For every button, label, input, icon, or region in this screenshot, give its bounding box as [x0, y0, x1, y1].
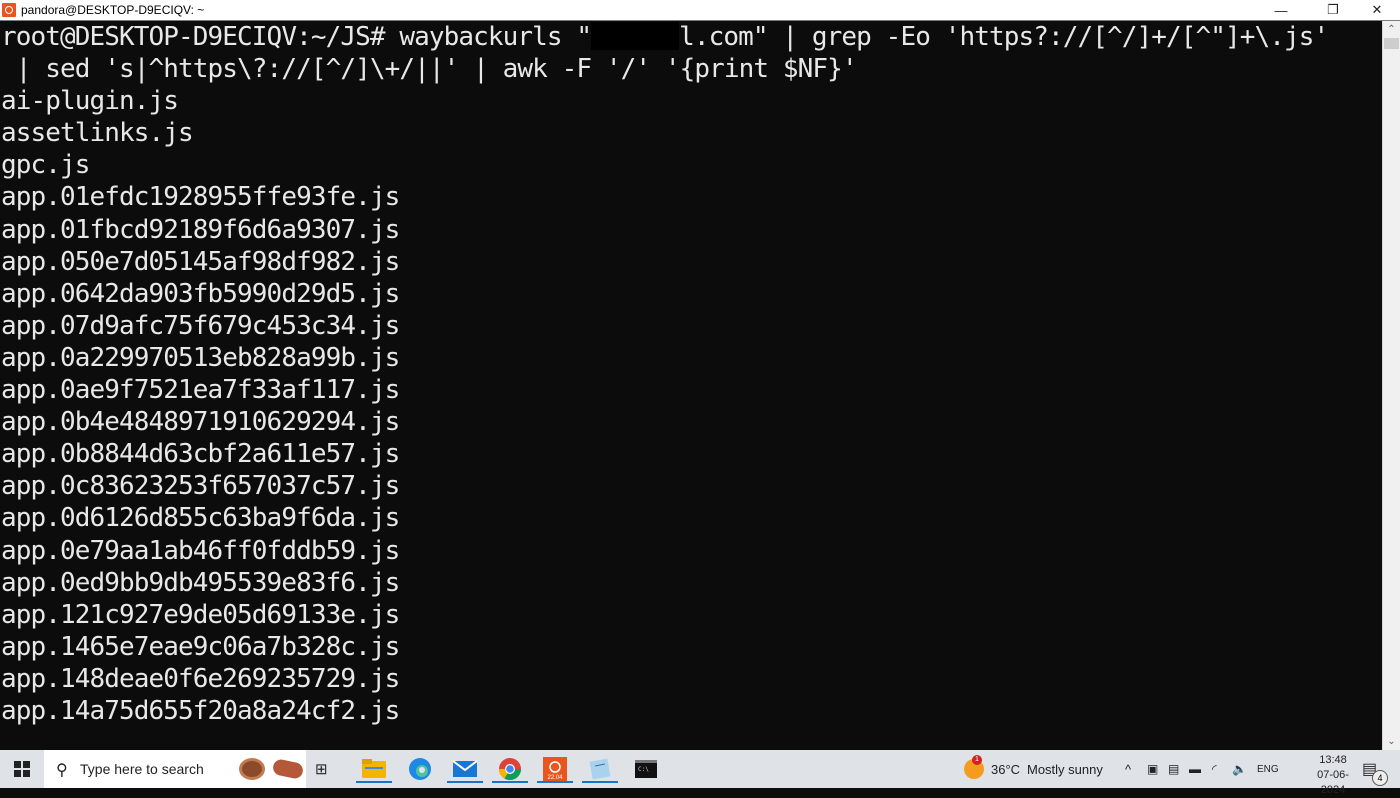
clock-date: 07-06-2024 — [1317, 769, 1349, 796]
language-indicator[interactable]: ENG — [1257, 750, 1279, 788]
clock-time: 13:48 — [1319, 754, 1347, 766]
maximize-button[interactable]: ❐ — [1310, 0, 1356, 20]
command-text-continued: l.com" | grep -Eo 'https?://[^/]+/[^"]+\… — [679, 22, 1329, 52]
clock[interactable]: 13:48 07-06-2024 — [1306, 753, 1360, 798]
output-line: app.148deae0f6e269235729.js — [1, 663, 400, 694]
scroll-thumb[interactable] — [1384, 38, 1399, 49]
search-placeholder: Type here to search — [80, 761, 204, 777]
minimize-button[interactable]: — — [1258, 0, 1304, 20]
task-view-icon[interactable]: ⊞ — [315, 760, 328, 778]
battery-icon[interactable]: ▬ — [1189, 750, 1201, 788]
chrome-browser-icon[interactable] — [492, 755, 528, 783]
output-line: app.0e79aa1ab46ff0fddb59.js — [1, 535, 400, 566]
output-line: app.0ed9bb9db495539e83f6.js — [1, 567, 400, 598]
redacted-domain — [591, 22, 680, 50]
app-running-indicator — [582, 781, 618, 783]
app-running-indicator — [447, 781, 483, 783]
output-line: app.14a75d655f20a8a24cf2.js — [1, 695, 400, 726]
output-line: app.0d6126d855c63ba9f6da.js — [1, 503, 400, 534]
output-line: app.07d9afc75f679c453c34.js — [1, 310, 400, 341]
windows-logo-icon — [14, 761, 30, 777]
weather-badge: 1 — [972, 755, 982, 765]
notifications-count-badge: 4 — [1372, 770, 1388, 786]
output-line: app.121c927e9de05d69133e.js — [1, 599, 400, 630]
command-line-2: | sed 's|^https\?://[^/]\+/||' | awk -F … — [1, 54, 858, 85]
start-button[interactable] — [0, 750, 44, 788]
vertical-scrollbar[interactable]: ⌃ ⌄ — [1382, 21, 1400, 750]
search-highlight-donut-icon — [239, 758, 265, 780]
output-line: app.0b4e4848971910629294.js — [1, 407, 400, 438]
output-line: app.0642da903fb5990d29d5.js — [1, 278, 400, 309]
taskbar: ⚲ Type here to search ⊞ 22.04 C:\ 1 36°C… — [0, 750, 1400, 796]
meet-now-icon[interactable]: ▣ — [1147, 750, 1158, 788]
scroll-up-arrow-icon[interactable]: ⌃ — [1383, 21, 1400, 38]
output-line: app.0a229970513eb828a99b.js — [1, 342, 400, 373]
command-prompt-icon[interactable]: C:\ — [632, 755, 660, 783]
terminal-output[interactable]: root@DESKTOP-D9ECIQV:~/JS# waybackurls "… — [0, 21, 1381, 750]
output-line: app.01efdc1928955ffe93fe.js — [1, 182, 400, 213]
ubuntu-terminal-app-icon[interactable]: 22.04 — [537, 755, 573, 783]
show-hidden-icons-chevron-icon[interactable]: ^ — [1125, 750, 1131, 788]
app-running-indicator — [537, 781, 573, 783]
taskbar-search-input[interactable]: ⚲ Type here to search — [44, 750, 306, 788]
app-running-indicator — [492, 781, 528, 783]
file-explorer-icon[interactable] — [356, 755, 392, 783]
output-line: app.0c83623253f657037c57.js — [1, 471, 400, 502]
svg-text:C:\: C:\ — [638, 766, 649, 773]
mail-icon[interactable] — [447, 755, 483, 783]
window-titlebar: pandora@DESKTOP-D9ECIQV: ~ — ❐ ✕ — [0, 0, 1400, 21]
command-text: waybackurls " — [399, 22, 592, 52]
notepad-icon[interactable] — [582, 755, 618, 783]
edge-browser-icon[interactable] — [406, 755, 434, 783]
output-line: app.0ae9f7521ea7f33af117.js — [1, 375, 400, 406]
prompt: root@DESKTOP-D9ECIQV:~/JS# — [1, 22, 400, 52]
scroll-down-arrow-icon[interactable]: ⌄ — [1383, 733, 1400, 750]
weather-temperature[interactable]: 36°C — [991, 750, 1020, 788]
command-line-1: root@DESKTOP-D9ECIQV:~/JS# waybackurls "… — [0, 21, 1381, 53]
app-running-indicator — [356, 781, 392, 783]
volume-icon[interactable]: 🔈 — [1232, 750, 1247, 788]
output-line: app.0b8844d63cbf2a611e57.js — [1, 439, 400, 470]
output-lines: ai-plugin.js assetlinks.js gpc.js app.01efd… — [0, 85, 1381, 727]
output-line: gpc.js — [1, 150, 90, 181]
output-line: assetlinks.js — [1, 118, 194, 149]
display-icon[interactable]: ▤ — [1168, 750, 1179, 788]
output-line: app.1465e7eae9c06a7b328c.js — [1, 631, 400, 662]
search-icon: ⚲ — [56, 762, 68, 779]
output-line: ai-plugin.js — [1, 86, 179, 117]
output-line: app.050e7d05145af98df982.js — [1, 246, 400, 277]
window-title: pandora@DESKTOP-D9ECIQV: ~ — [21, 3, 205, 17]
weather-condition[interactable]: Mostly sunny — [1027, 750, 1103, 788]
close-button[interactable]: ✕ — [1354, 0, 1400, 20]
wifi-icon[interactable]: ◜ — [1212, 750, 1217, 788]
output-line: app.01fbcd92189f6d6a9307.js — [1, 214, 400, 245]
search-highlight-cookie-icon — [271, 758, 305, 780]
ubuntu-app-icon — [2, 3, 16, 17]
